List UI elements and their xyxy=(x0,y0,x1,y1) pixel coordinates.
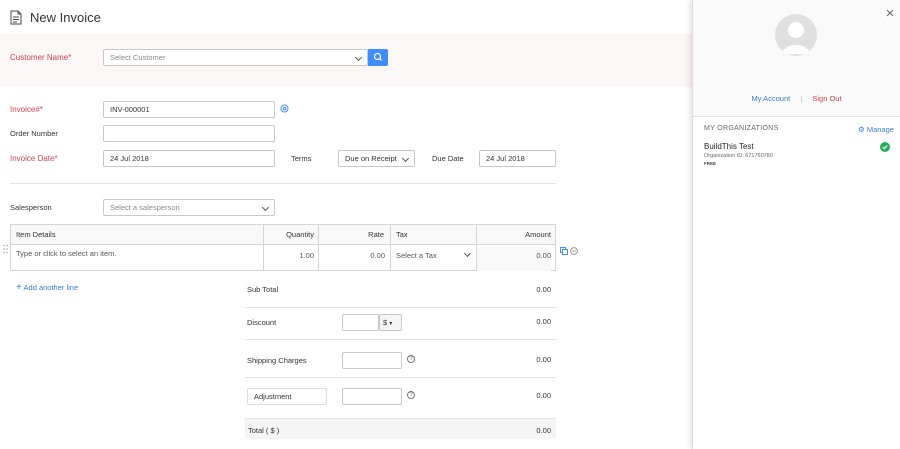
discount-unit-value: $ xyxy=(383,318,388,327)
total-row: Total ( $ ) 0.00 xyxy=(245,418,556,439)
my-account-link[interactable]: My Account xyxy=(751,94,790,103)
gear-icon[interactable] xyxy=(280,104,289,113)
discount-unit-select[interactable]: $ ▾ xyxy=(379,314,402,331)
item-details-input[interactable]: Type or click to select an item. xyxy=(11,245,263,271)
manage-label: Manage xyxy=(866,125,894,134)
quantity-input[interactable]: 1.00 xyxy=(264,247,314,273)
add-another-line-label: Add another line xyxy=(23,283,79,292)
tax-header: Tax xyxy=(396,230,408,239)
gear-icon: ⚙ xyxy=(858,125,865,134)
user-icon xyxy=(782,22,810,54)
salesperson-label: Salesperson xyxy=(10,203,52,212)
discount-value: 0.00 xyxy=(536,317,551,326)
terms-label: Terms xyxy=(291,154,312,163)
adjustment-label-input[interactable]: Adjustment xyxy=(247,388,327,405)
adjustment-input[interactable] xyxy=(342,388,402,405)
invoice-date-label: Invoice Date* xyxy=(10,154,58,163)
invoice-number-label: Invoice#* xyxy=(10,105,43,114)
divider xyxy=(245,339,556,340)
search-icon xyxy=(373,52,382,61)
shipping-charges-label: Shipping Charges xyxy=(247,356,307,365)
document-icon xyxy=(10,10,22,25)
total-label: Total ( $ ) xyxy=(248,426,280,435)
add-another-line-button[interactable]: + Add another line xyxy=(16,282,79,293)
divider xyxy=(245,307,556,308)
drag-handle-icon[interactable] xyxy=(3,244,8,254)
remove-row-icon[interactable] xyxy=(570,247,578,255)
customer-name-label: Customer Name* xyxy=(10,53,72,62)
rate-input[interactable]: 0.00 xyxy=(319,247,385,273)
due-date-input[interactable]: 24 Jul 2018 xyxy=(479,150,556,167)
plus-icon: + xyxy=(16,282,22,293)
customer-select-placeholder: Select Customer xyxy=(110,53,166,62)
close-icon[interactable] xyxy=(886,9,894,17)
org-plan-badge: FREE xyxy=(704,161,717,166)
sub-total-value: 0.00 xyxy=(536,285,551,294)
customer-search-button[interactable] xyxy=(368,49,388,66)
item-details-header: Item Details xyxy=(16,230,56,239)
organizations-heading: MY ORGANIZATIONS xyxy=(704,125,779,132)
customer-select[interactable]: Select Customer xyxy=(103,49,368,66)
order-number-input[interactable] xyxy=(103,125,275,142)
shipping-charges-value: 0.00 xyxy=(536,355,551,364)
due-date-label: Due Date xyxy=(432,154,464,163)
chevron-down-icon xyxy=(463,249,472,258)
shipping-charges-input[interactable] xyxy=(342,352,402,369)
link-divider: | xyxy=(800,94,803,103)
divider xyxy=(245,377,556,378)
check-circle-icon xyxy=(880,142,890,152)
salesperson-select-placeholder: Select a salesperson xyxy=(110,203,180,212)
amount-header: Amount xyxy=(525,230,551,239)
adjustment-value: 0.00 xyxy=(536,391,551,400)
amount-value: 0.00 xyxy=(477,247,551,271)
account-panel: My Account | Sign Out MY ORGANIZATIONS ⚙… xyxy=(692,0,900,449)
invoice-number-input[interactable]: INV-000001 xyxy=(103,101,275,118)
invoice-date-input[interactable]: 24 Jul 2018 xyxy=(103,150,275,167)
discount-label: Discount xyxy=(247,318,277,327)
avatar xyxy=(775,14,817,56)
caret-down-icon: ▾ xyxy=(389,321,393,327)
page-title: New Invoice xyxy=(30,10,101,25)
sign-out-link[interactable]: Sign Out xyxy=(812,94,841,103)
terms-select-value: Due on Receipt xyxy=(345,154,397,163)
chevron-down-icon xyxy=(354,53,363,62)
org-id: Organization ID: 671760780 xyxy=(704,153,773,159)
tax-select[interactable]: Select a Tax xyxy=(391,247,476,273)
copy-row-icon[interactable] xyxy=(560,247,568,255)
order-number-label: Order Number xyxy=(10,129,58,138)
org-name: BuildThis Test xyxy=(704,142,754,151)
chevron-down-icon xyxy=(261,203,270,212)
sub-total-label: Sub Total xyxy=(247,285,279,294)
terms-select[interactable]: Due on Receipt xyxy=(338,150,415,167)
quantity-header: Quantity xyxy=(286,230,314,239)
help-icon[interactable]: ? xyxy=(407,391,415,399)
items-table: Item Details Quantity Rate Tax Amount Ty… xyxy=(10,224,556,271)
help-icon[interactable]: ? xyxy=(407,355,415,363)
org-list-item[interactable]: BuildThis Test Organization ID: 67176078… xyxy=(704,142,894,170)
manage-orgs-button[interactable]: ⚙ Manage xyxy=(858,125,894,134)
divider xyxy=(10,183,556,184)
rate-header: Rate xyxy=(368,230,384,239)
discount-input[interactable] xyxy=(342,314,379,331)
salesperson-select[interactable]: Select a salesperson xyxy=(103,199,275,216)
account-links: My Account | Sign Out xyxy=(693,94,900,103)
tax-select-value: Select a Tax xyxy=(396,251,437,260)
total-value: 0.00 xyxy=(536,426,551,435)
chevron-down-icon xyxy=(401,154,410,163)
